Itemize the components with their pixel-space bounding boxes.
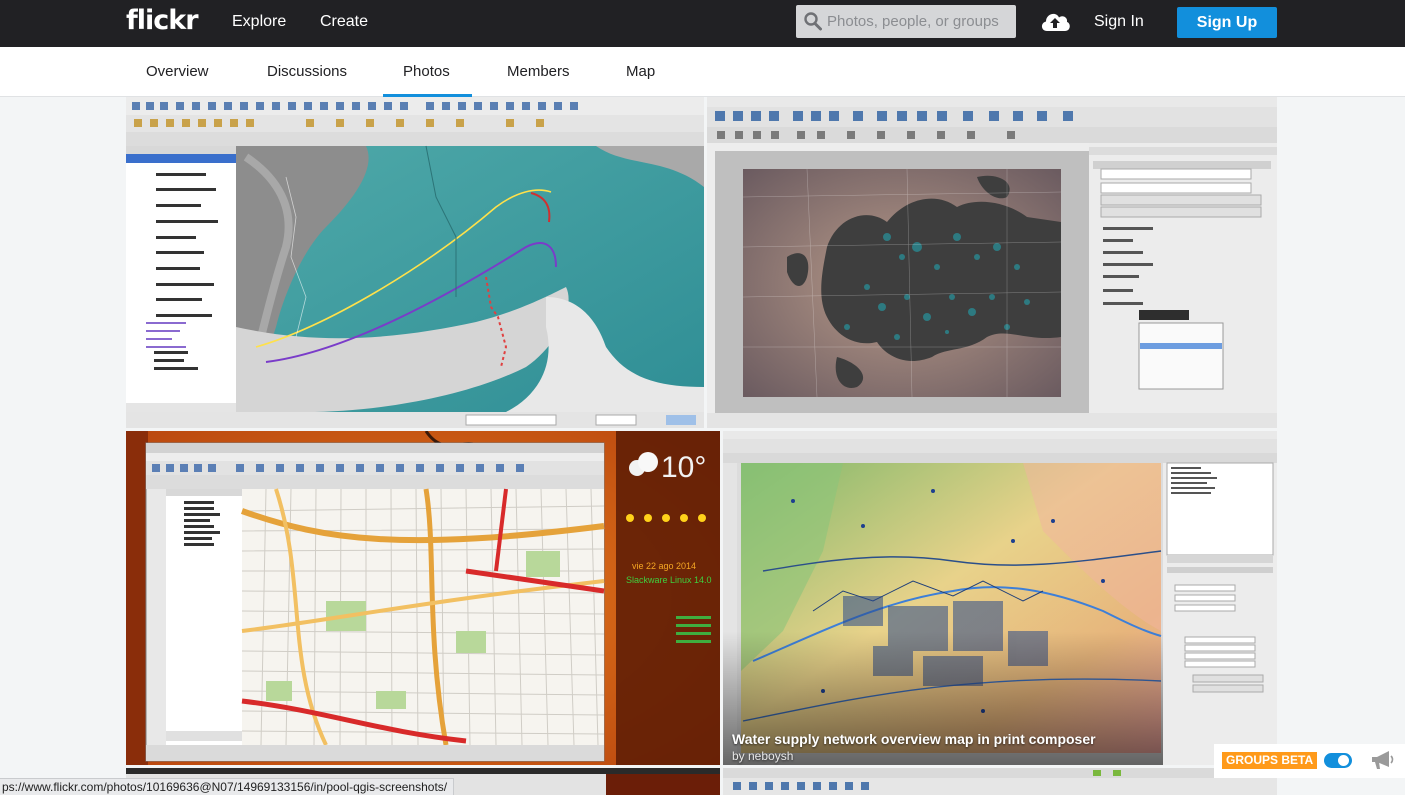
toggle-knob <box>1338 755 1349 766</box>
photo-caption-author[interactable]: by neboysh <box>732 749 793 763</box>
photo-qgis-antarctic[interactable] <box>126 97 704 428</box>
upload-cloud-icon[interactable] <box>1039 9 1071 38</box>
search-input[interactable] <box>827 5 1011 38</box>
photo-caption-title[interactable]: Water supply network overview map in pri… <box>732 731 1096 747</box>
svg-text:Slackware Linux 14.0: Slackware Linux 14.0 <box>626 575 712 585</box>
photo-qgis-cochabamba[interactable]: 10° vie 22 ago 2014 Slackware Linux 14.0 <box>126 431 720 765</box>
browser-status-url: ps://www.flickr.com/photos/10169636@N07/… <box>0 778 455 795</box>
photo-water-supply-network[interactable] <box>723 431 1277 765</box>
groups-beta-badge: GROUPS BETA <box>1222 752 1318 769</box>
svg-text:vie 22 ago 2014: vie 22 ago 2014 <box>632 561 696 571</box>
svg-text:10°: 10° <box>661 451 706 484</box>
sign-in-link[interactable]: Sign In <box>1094 13 1144 31</box>
top-bar: flickr Explore Create Sign In Sign Up <box>0 0 1405 47</box>
tab-members[interactable]: Members <box>507 63 570 80</box>
tab-photos[interactable]: Photos <box>403 63 450 80</box>
flickr-logo[interactable]: flickr <box>126 5 199 36</box>
group-subnav: Overview Discussions Photos Members Map <box>0 47 1405 97</box>
search-box[interactable] <box>796 5 1016 38</box>
tab-discussions[interactable]: Discussions <box>267 63 347 80</box>
nav-explore[interactable]: Explore <box>232 13 286 31</box>
search-icon <box>804 12 822 36</box>
tab-map[interactable]: Map <box>626 63 655 80</box>
groups-beta-widget: GROUPS BETA <box>1214 744 1405 778</box>
photo-qgis-composer-europe[interactable] <box>707 97 1277 428</box>
sign-up-button[interactable]: Sign Up <box>1177 7 1277 38</box>
photo-next-row-right[interactable] <box>723 768 1277 795</box>
nav-create[interactable]: Create <box>320 13 368 31</box>
megaphone-icon[interactable] <box>1369 748 1395 777</box>
groups-beta-toggle[interactable] <box>1324 753 1352 768</box>
tab-overview[interactable]: Overview <box>146 63 209 80</box>
